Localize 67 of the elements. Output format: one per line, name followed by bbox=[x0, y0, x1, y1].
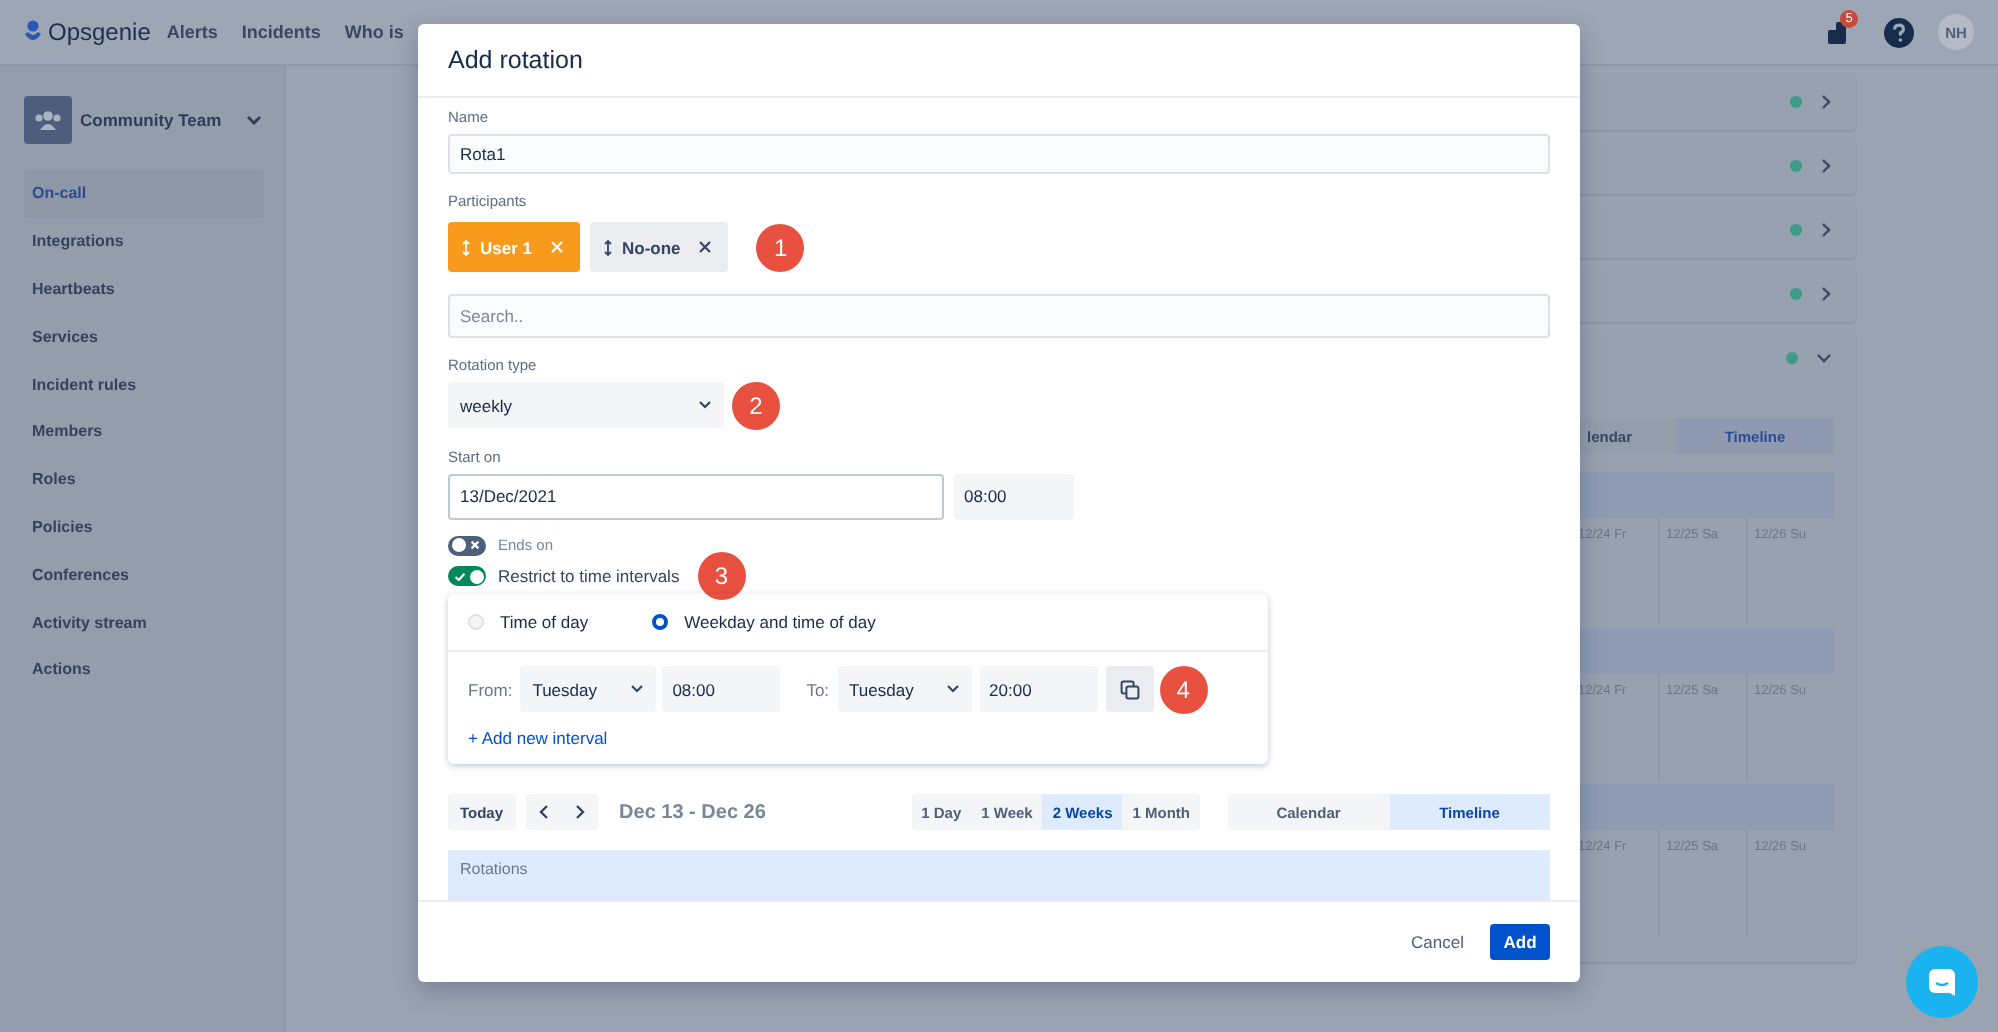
chevron-down-icon bbox=[630, 684, 645, 694]
team-icon bbox=[24, 95, 72, 143]
sidebar-item[interactable]: Policies bbox=[24, 503, 264, 551]
chevron-down-icon bbox=[945, 684, 960, 694]
participant-chip[interactable]: No-one bbox=[590, 222, 729, 273]
add-interval-link[interactable]: + Add new interval bbox=[468, 728, 608, 748]
add-button[interactable]: Add bbox=[1490, 924, 1550, 960]
status-dot bbox=[1786, 352, 1798, 364]
sidebar-item[interactable]: Services bbox=[24, 312, 264, 361]
check-icon bbox=[453, 571, 465, 581]
nav-link[interactable]: Alerts bbox=[166, 22, 218, 42]
chevron-down-icon bbox=[698, 400, 712, 411]
logo-icon bbox=[24, 20, 42, 44]
sidebar-item[interactable]: Actions bbox=[24, 645, 264, 694]
sidebar-item[interactable]: Incident rules bbox=[24, 360, 264, 408]
sidebar-item[interactable]: Conferences bbox=[24, 550, 264, 599]
chat-button[interactable] bbox=[1906, 946, 1978, 1018]
chevron-down-icon[interactable] bbox=[246, 113, 262, 125]
day-select[interactable]: Tuesday bbox=[837, 666, 972, 712]
to-label: To: bbox=[806, 679, 830, 699]
team-name[interactable]: Community Team bbox=[80, 109, 238, 129]
drag-handle-icon[interactable] bbox=[604, 239, 612, 256]
sidebar-item[interactable]: Integrations bbox=[24, 217, 264, 266]
chevron-right-icon[interactable] bbox=[573, 804, 586, 820]
radio-button[interactable] bbox=[652, 614, 669, 630]
sidebar-item[interactable]: Roles bbox=[24, 455, 264, 504]
radio-label: Weekday and time of day bbox=[684, 612, 876, 632]
from-label: From: bbox=[468, 679, 513, 699]
nav-link[interactable]: Who is bbox=[344, 22, 404, 42]
help-icon[interactable] bbox=[1884, 17, 1914, 47]
annotation-number: 2 bbox=[732, 381, 780, 430]
status-dot bbox=[1790, 288, 1802, 300]
toggle-switch[interactable] bbox=[448, 535, 486, 556]
day-select[interactable]: Tuesday bbox=[520, 666, 657, 712]
cancel-button[interactable]: Cancel bbox=[1401, 924, 1474, 960]
logo-text[interactable]: Opsgenie bbox=[48, 18, 151, 46]
annotation-number: 4 bbox=[1159, 665, 1208, 713]
date-range: Dec 13 - Dec 26 bbox=[619, 801, 766, 823]
chat-icon bbox=[1928, 968, 1956, 996]
copy-button[interactable] bbox=[1105, 666, 1154, 712]
time-input[interactable]: 08:00 bbox=[662, 666, 781, 712]
name-input[interactable]: Rota1 bbox=[448, 134, 1550, 175]
copy-icon bbox=[1119, 679, 1140, 699]
date-input[interactable]: 13/Dec/2021 bbox=[448, 473, 944, 520]
chevron-left-icon[interactable] bbox=[537, 804, 550, 820]
toggle-switch[interactable] bbox=[448, 566, 486, 586]
sidebar-item[interactable]: Activity stream bbox=[24, 598, 264, 646]
sidebar-item[interactable]: Members bbox=[24, 407, 264, 456]
dialog-title: Add rotation bbox=[448, 46, 583, 74]
search-field[interactable]: Search.. bbox=[448, 294, 1550, 338]
rotations-title: Rotations bbox=[460, 860, 528, 878]
status-dot bbox=[1790, 224, 1802, 236]
annotation-number: 1 bbox=[756, 223, 805, 272]
nav-link[interactable]: Incidents bbox=[241, 22, 321, 42]
cross-icon bbox=[469, 540, 479, 551]
time-input[interactable]: 20:00 bbox=[979, 666, 1098, 712]
chevron-down-icon[interactable] bbox=[1816, 352, 1832, 364]
radio-label: Time of day bbox=[500, 612, 589, 632]
sidebar-item[interactable]: Heartbeats bbox=[24, 265, 264, 313]
close-icon[interactable] bbox=[698, 240, 713, 255]
sidebar-item[interactable]: On-call bbox=[24, 170, 264, 218]
toggle-label: Restrict to time intervals bbox=[498, 566, 680, 586]
status-dot bbox=[1790, 96, 1802, 108]
rotation-type-select[interactable]: weekly bbox=[448, 382, 724, 429]
annotation-number: 3 bbox=[697, 552, 746, 600]
status-dot bbox=[1790, 160, 1802, 172]
time-input[interactable]: 08:00 bbox=[954, 473, 1074, 520]
